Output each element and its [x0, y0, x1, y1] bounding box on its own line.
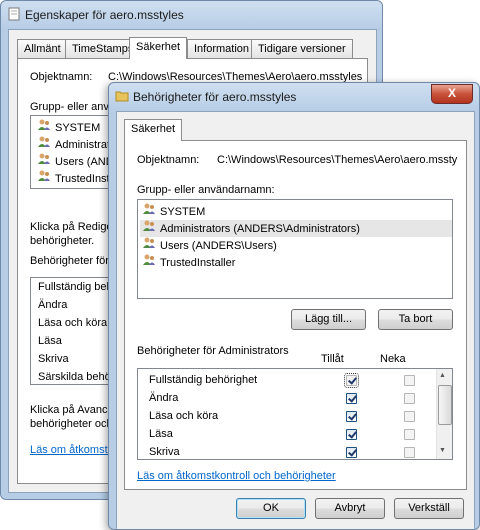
close-button[interactable]: X	[431, 84, 473, 104]
permission-row: Läsa	[38, 335, 62, 347]
user-name: Administrators (ANDERS\Administrators)	[160, 222, 360, 235]
users-icon	[142, 203, 156, 221]
list-item[interactable]: Administrato	[37, 136, 116, 153]
close-icon: X	[447, 86, 456, 100]
deny-checkbox[interactable]	[404, 411, 415, 422]
deny-checkbox[interactable]	[404, 447, 415, 458]
tab-security[interactable]: Säkerhet	[124, 119, 183, 141]
group-label: Grupp- eller anvä	[30, 101, 115, 113]
access-control-link[interactable]: Läs om åtkomstk	[30, 444, 113, 456]
edit-hint-line1: Klicka på Redige	[30, 221, 113, 233]
permission-row: Skriva	[38, 353, 69, 365]
permission-name: Fullständig behörighet	[149, 374, 258, 386]
object-name-label: Objektnamn:	[30, 71, 93, 83]
tab-general[interactable]: Allmänt	[17, 39, 68, 58]
tab-information[interactable]: Information	[187, 39, 257, 58]
allow-checkbox[interactable]	[346, 429, 357, 440]
permissions-titlebar[interactable]: Behörigheter för aero.msstyles X	[109, 83, 479, 111]
permission-row: Läsa och köra	[38, 317, 108, 329]
ok-button[interactable]: OK	[236, 498, 306, 519]
users-icon	[142, 237, 156, 255]
users-list[interactable]: SYSTEM Administrators (ANDERS\Administra…	[137, 199, 453, 299]
security-tab-page: Objektnamn: C:\Windows\Resources\Themes\…	[124, 140, 467, 490]
allow-checkbox[interactable]	[346, 393, 357, 404]
permission-name: Skriva	[149, 446, 180, 458]
advanced-hint-line2: behörigheter och	[30, 418, 113, 430]
properties-title: Egenskaper för aero.msstyles	[25, 8, 184, 22]
user-name: SYSTEM	[160, 205, 206, 218]
list-item[interactable]: TrustedInstaller	[142, 254, 448, 271]
edit-hint-line2: behörigheter.	[30, 235, 95, 247]
add-button[interactable]: Lägg till...	[291, 309, 366, 330]
deny-checkbox[interactable]	[404, 375, 415, 386]
users-icon	[142, 220, 156, 238]
users-icon	[37, 136, 51, 154]
apply-button[interactable]: Verkställ	[394, 498, 464, 519]
users-icon	[37, 119, 51, 137]
permission-row: Fullständig beh	[38, 281, 113, 293]
list-item[interactable]: SYSTEM	[37, 119, 100, 136]
permissions-label: Behörigheter för A	[30, 255, 119, 267]
deny-header: Neka	[380, 353, 406, 365]
list-item-selected[interactable]: Administrators (ANDERS\Administrators)	[140, 220, 452, 237]
object-name-label: Objektnamn:	[137, 154, 200, 166]
allow-checkbox[interactable]	[344, 373, 359, 388]
permissions-scrollbar[interactable]: ▲ ▼	[436, 369, 452, 459]
user-name: SYSTEM	[55, 121, 101, 134]
object-name-value: C:\Windows\Resources\Themes\Aero\aero.ms…	[217, 154, 458, 166]
scroll-thumb[interactable]	[438, 385, 452, 425]
deny-checkbox[interactable]	[404, 393, 415, 404]
scroll-down-icon[interactable]: ▼	[439, 447, 446, 454]
permission-name: Läsa och köra	[149, 410, 219, 422]
group-label: Grupp- eller användarnamn:	[137, 184, 275, 196]
users-icon	[37, 170, 51, 188]
cancel-button[interactable]: Avbryt	[315, 498, 385, 519]
permission-name: Läsa	[149, 428, 173, 440]
permission-row: Ändra	[38, 299, 68, 311]
user-name: Administrato	[55, 138, 117, 151]
advanced-hint-line1: Klicka på Avance	[30, 404, 114, 416]
file-icon	[8, 7, 20, 21]
users-icon	[142, 254, 156, 272]
permission-name: Ändra	[149, 392, 179, 404]
tab-previous-versions[interactable]: Tidigare versioner	[251, 39, 353, 58]
folder-icon	[115, 91, 129, 102]
remove-button[interactable]: Ta bort	[378, 309, 453, 330]
allow-header: Tillåt	[321, 353, 344, 365]
permissions-label: Behörigheter för Administrators	[137, 345, 289, 357]
permissions-list: Fullständig behörighet Ändra Läsa och kö…	[137, 368, 453, 460]
permissions-client: Säkerhet Objektnamn: C:\Windows\Resource…	[116, 111, 475, 529]
allow-checkbox[interactable]	[346, 447, 357, 458]
list-item[interactable]: SYSTEM	[142, 203, 448, 220]
allow-checkbox[interactable]	[346, 411, 357, 422]
properties-titlebar[interactable]: Egenskaper för aero.msstyles	[1, 1, 382, 29]
scroll-up-icon[interactable]: ▲	[439, 372, 446, 379]
permission-row: Särskilda behö	[38, 371, 111, 383]
users-icon	[37, 153, 51, 171]
tab-security[interactable]: Säkerhet	[129, 37, 188, 59]
permissions-window: Behörigheter för aero.msstyles X Säkerhe…	[108, 82, 480, 530]
user-name: TrustedInstaller	[160, 256, 236, 269]
user-name: Users (ANDERS\Users)	[160, 239, 277, 252]
permissions-title: Behörigheter för aero.msstyles	[133, 90, 297, 104]
access-control-link[interactable]: Läs om åtkomstkontroll och behörigheter	[137, 470, 336, 482]
list-item[interactable]: Users (ANDERS\Users)	[142, 237, 448, 254]
deny-checkbox[interactable]	[404, 429, 415, 440]
